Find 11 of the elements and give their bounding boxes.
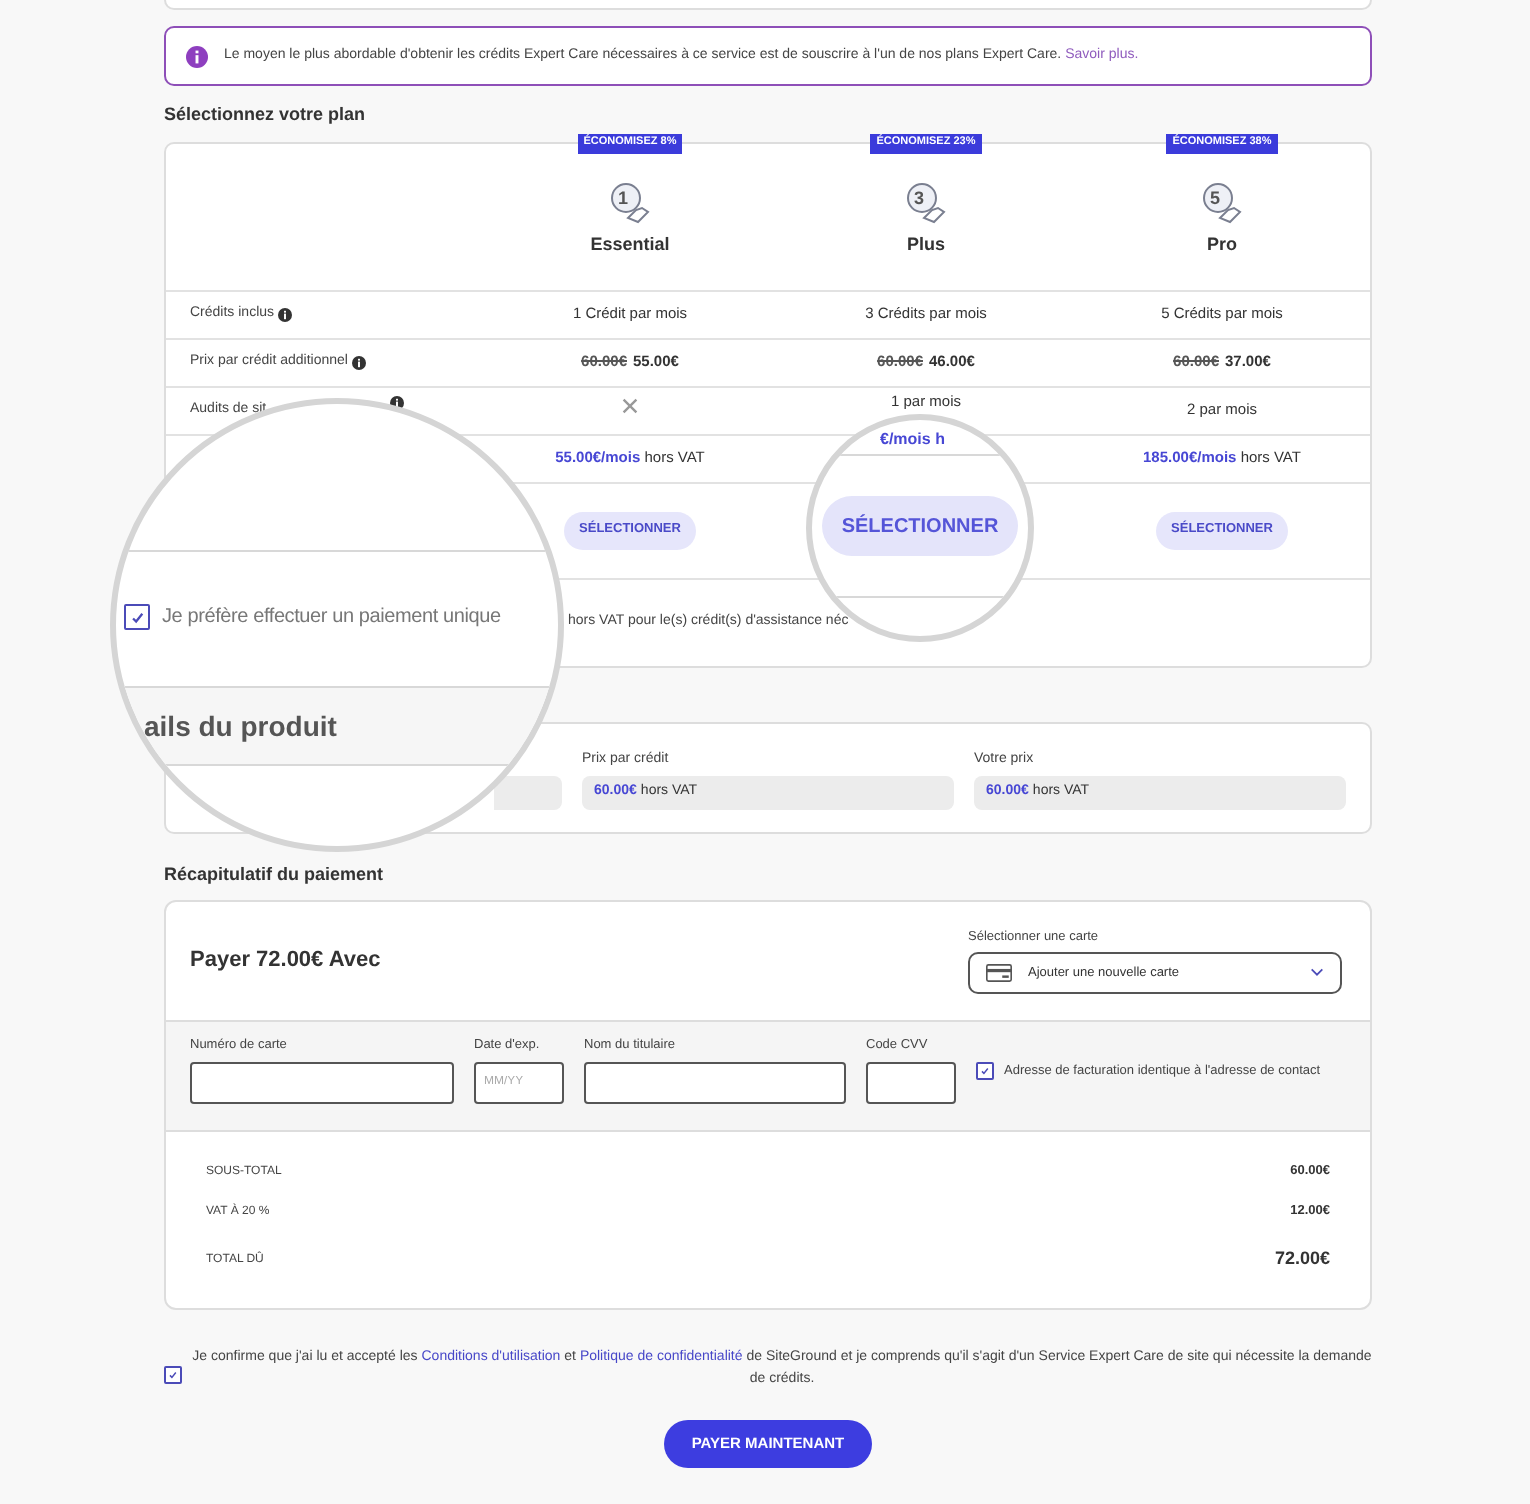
select-button[interactable]: SÉLECTIONNER xyxy=(822,496,1018,556)
total-value: 72.00€ xyxy=(1274,1246,1330,1273)
plan-name: Pro xyxy=(1206,231,1237,257)
plan-name: Plus xyxy=(906,231,945,257)
plan-name: Essential xyxy=(590,231,670,257)
section-title: Récapitulatif du paiement xyxy=(164,861,386,888)
checkbox-label: Je préfère effectuer un paiement unique xyxy=(162,604,501,632)
payment-heading: Payer 72.00€ Avec xyxy=(190,946,381,977)
monthly-price: €/mois h xyxy=(880,430,945,448)
section-title: ails du produit xyxy=(144,708,337,746)
section-title: Sélectionnez votre plan xyxy=(164,102,368,128)
